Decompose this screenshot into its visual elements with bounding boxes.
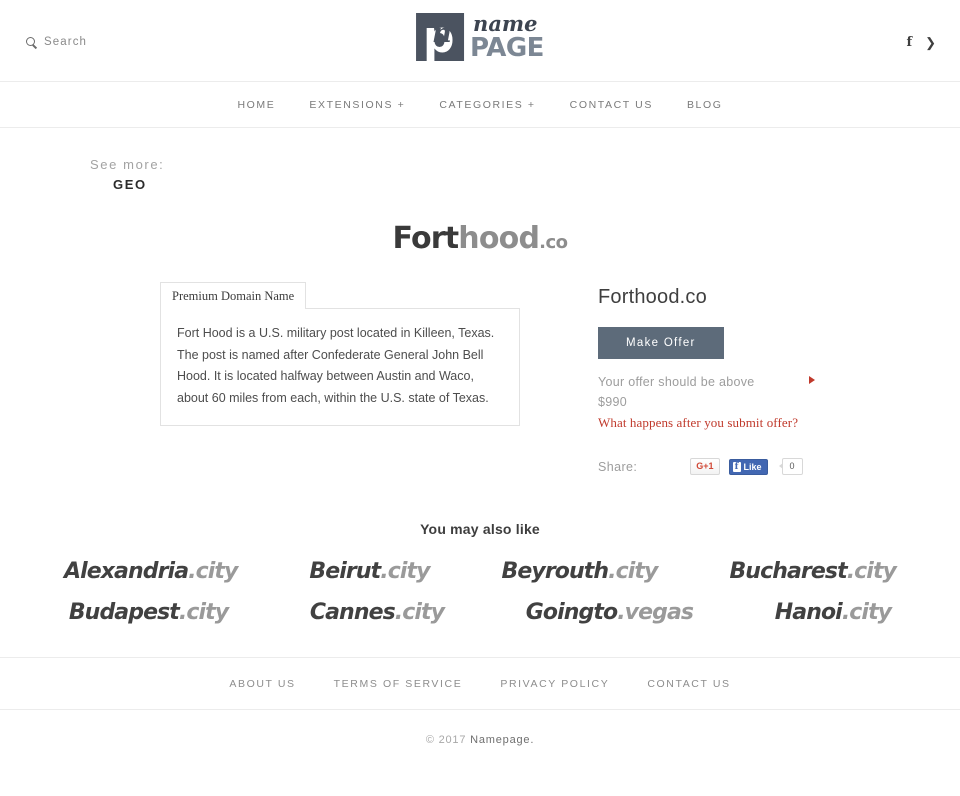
nav-item-extensions[interactable]: EXTENSIONS + [309,99,405,111]
also-like-item[interactable]: Hanoi.city [774,600,892,626]
offer-minimum-price: $990 [598,395,628,410]
also-like-tld: .city [608,559,658,585]
also-like-tld: .city [380,559,430,585]
see-more-label: See more: [90,157,165,172]
also-like-item[interactable]: Beyrouth.city [501,559,659,585]
footer-navigation: ABOUT US TERMS OF SERVICE PRIVACY POLICY… [0,658,960,711]
main-navigation: HOME EXTENSIONS + CATEGORIES + CONTACT U… [0,82,960,128]
make-offer-button[interactable]: Make Offer [598,327,724,360]
also-like-item[interactable]: Goingto.vegas [525,600,694,626]
also-like-tld: .city [846,559,897,585]
page-title: Forthood.co [598,286,707,309]
also-like-item[interactable]: Cannes.city [309,600,445,626]
offer-arrow-icon [809,376,815,385]
content-area: Premium Domain Name Fort Hood is a U.S. … [0,281,960,476]
right-column: Forthood.co Make Offer Your offer should… [598,281,936,476]
top-bar: Search p n name PAGE f ❯ [0,0,960,82]
logo-word-name: name [473,11,538,36]
also-like-item[interactable]: Bucharest.city [729,559,896,584]
footer-link-about-us[interactable]: ABOUT US [229,678,295,690]
also-like-item[interactable]: Alexandria.city [63,559,238,585]
logo-wordmark: name PAGE [470,13,544,61]
also-like-row: Budapest.city Cannes.city Goingto.vegas … [28,600,932,625]
offer-minimum-note: Your offer should be above $990 What hap… [598,372,815,431]
see-more-section: See more: GEO [0,155,960,195]
tab-premium-domain-name[interactable]: Premium Domain Name [160,282,307,310]
logo-n-glyph: n [432,18,452,49]
copyright-brand: Namepage. [470,734,535,747]
site-logo[interactable]: p n name PAGE [416,13,544,61]
also-like-tld: .vegas [617,600,694,626]
also-like-item[interactable]: Budapest.city [68,600,229,626]
left-column: Premium Domain Name Fort Hood is a U.S. … [160,281,560,475]
share-row: Share: G+1 f Like 0 [598,458,936,476]
facebook-like-count[interactable]: 0 [778,458,803,476]
domain-info-panel: Premium Domain Name Fort Hood is a U.S. … [160,281,520,427]
nav-item-blog[interactable]: BLOG [687,99,723,111]
also-like-row: Alexandria.city Beirut.city Beyrouth.cit… [28,559,932,584]
offer-note-line-1: Your offer should be above [598,375,755,390]
facebook-like-button[interactable]: f Like [728,458,768,475]
share-label: Share: [598,459,638,474]
also-like-name: Bucharest [729,559,847,585]
copyright: © 2017 Namepage. [0,710,960,746]
nav-item-home[interactable]: HOME [237,99,275,111]
also-like-grid: Alexandria.city Beirut.city Beyrouth.cit… [0,559,960,625]
facebook-like-label: Like [743,461,762,472]
domain-description-text: Fort Hood is a U.S. military post locate… [160,308,520,427]
search-icon [26,36,37,48]
also-like-name: Alexandria [63,559,189,585]
hero-name-light: hood [458,221,540,257]
social-links: f ❯ [907,36,937,49]
also-like-name: Hanoi [774,600,843,626]
what-happens-link[interactable]: What happens after you submit offer? [598,415,810,431]
also-like-name: Beyrouth [501,559,610,585]
also-like-tld: .city [394,600,445,626]
also-like-name: Budapest [68,600,180,626]
domain-hero: Forthood.co [0,221,960,256]
search-label: Search [44,36,88,48]
twitter-icon[interactable]: ❯ [925,36,936,49]
hero-tld: .co [539,232,568,254]
also-like-tld: .city [188,559,238,585]
footer-link-terms-of-service[interactable]: TERMS OF SERVICE [334,678,463,690]
facebook-icon[interactable]: f [907,36,913,49]
see-more-category-geo[interactable]: GEO [90,175,960,195]
footer-link-privacy-policy[interactable]: PRIVACY POLICY [500,678,609,690]
search-button[interactable]: Search [26,36,87,48]
also-like-name: Beirut [309,559,381,585]
hero-name-dark: Fort [392,221,459,257]
also-like-tld: .city [178,600,229,626]
also-like-title: You may also like [420,521,540,538]
logo-mark-icon: p n [416,13,465,61]
google-plus-one-button[interactable]: G+1 [690,458,720,476]
also-like-name: Cannes [309,600,396,626]
also-like-name: Goingto [525,600,618,626]
logo-word-page: PAGE [470,33,544,63]
nav-item-contact-us[interactable]: CONTACT US [570,99,653,111]
footer-link-contact-us[interactable]: CONTACT US [647,678,730,690]
facebook-f-icon: f [732,461,741,472]
also-like-item[interactable]: Beirut.city [309,559,430,585]
copyright-prefix: © 2017 [425,734,471,747]
nav-item-categories[interactable]: CATEGORIES + [439,99,535,111]
also-like-tld: .city [841,600,892,626]
